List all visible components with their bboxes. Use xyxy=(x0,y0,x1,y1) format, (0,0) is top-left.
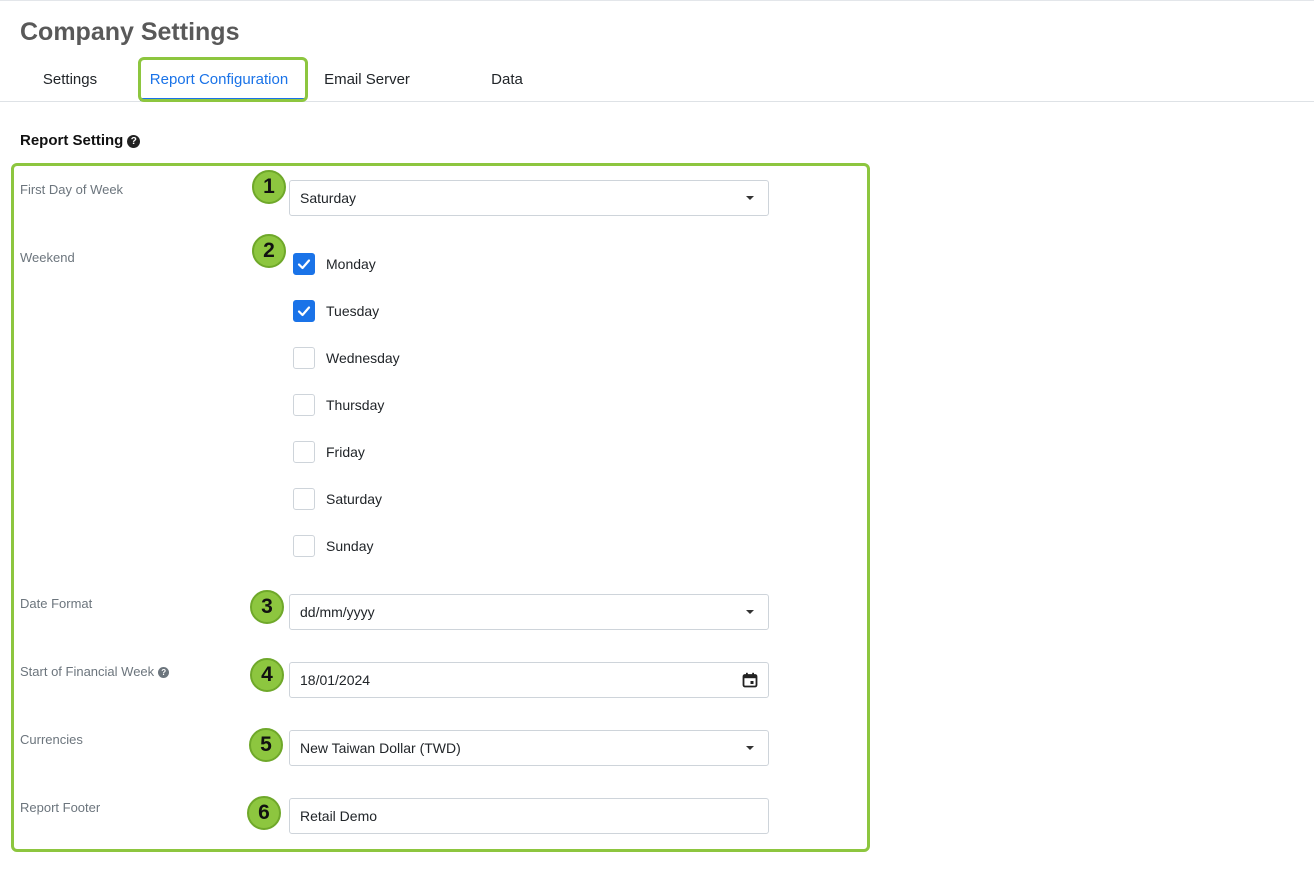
checkbox-label: Monday xyxy=(326,256,376,272)
checkbox-label: Sunday xyxy=(326,538,374,554)
step-badge-6: 6 xyxy=(247,796,281,830)
step-badge-4: 4 xyxy=(250,658,284,692)
tab-email-server[interactable]: Email Server xyxy=(317,58,417,101)
checkbox[interactable] xyxy=(293,441,315,463)
currencies-label: Currencies xyxy=(20,732,83,747)
checkbox[interactable] xyxy=(293,394,315,416)
question-circle-icon[interactable]: ? xyxy=(127,135,141,148)
checkbox-label: Friday xyxy=(326,444,365,460)
date-format-value: dd/mm/yyyy xyxy=(300,604,375,620)
step-badge-2: 2 xyxy=(252,234,286,268)
top-divider xyxy=(0,0,1314,1)
start-of-financial-week-value: 18/01/2024 xyxy=(300,672,371,688)
checkbox[interactable] xyxy=(293,253,315,275)
step-badge-5: 5 xyxy=(249,728,283,762)
checkbox[interactable] xyxy=(293,300,315,322)
section-title-text: Report Setting xyxy=(20,132,124,149)
check-icon xyxy=(297,306,311,317)
tab-report-configuration[interactable]: Report Configuration xyxy=(140,58,298,101)
date-format-label: Date Format xyxy=(20,596,93,611)
section-title: Report Setting? xyxy=(20,131,141,151)
page-title: Company Settings xyxy=(20,18,240,46)
checkbox[interactable] xyxy=(293,347,315,369)
tab-data[interactable]: Data xyxy=(482,58,532,101)
first-day-of-week-value: Saturday xyxy=(300,190,357,206)
checkbox-label: Tuesday xyxy=(326,303,380,319)
step-badge-1: 1 xyxy=(252,170,286,204)
checkbox[interactable] xyxy=(293,488,315,510)
date-format-select[interactable]: dd/mm/yyyy xyxy=(289,594,769,630)
checkbox-label: Wednesday xyxy=(326,350,400,366)
weekend-label: Weekend xyxy=(20,250,75,265)
first-day-of-week-select[interactable]: Saturday xyxy=(289,180,769,216)
chevron-down-icon xyxy=(746,610,754,614)
calendar-icon[interactable] xyxy=(742,672,758,688)
start-of-financial-week-date-input[interactable]: 18/01/2024 xyxy=(289,662,769,698)
step-badge-3: 3 xyxy=(250,590,284,624)
checkbox-label: Thursday xyxy=(326,397,385,413)
tab-settings[interactable]: Settings xyxy=(30,58,110,101)
checkbox-label: Saturday xyxy=(326,491,383,507)
check-icon xyxy=(297,259,311,270)
chevron-down-icon xyxy=(746,746,754,750)
report-footer-value: Retail Demo xyxy=(300,808,378,824)
currencies-select[interactable]: New Taiwan Dollar (TWD) xyxy=(289,730,769,766)
report-footer-label: Report Footer xyxy=(20,800,101,815)
currencies-value: New Taiwan Dollar (TWD) xyxy=(300,740,461,756)
report-footer-input[interactable]: Retail Demo xyxy=(289,798,769,834)
chevron-down-icon xyxy=(746,196,754,200)
active-tab-indicator xyxy=(140,98,305,101)
start-of-financial-week-label: Start of Financial Week? xyxy=(20,663,170,681)
checkbox[interactable] xyxy=(293,535,315,557)
question-circle-icon[interactable]: ? xyxy=(158,667,170,678)
tab-bar: Settings Report Configuration Email Serv… xyxy=(0,58,1314,102)
start-of-financial-week-label-text: Start of Financial Week xyxy=(20,664,155,679)
first-day-of-week-label: First Day of Week xyxy=(20,182,124,197)
